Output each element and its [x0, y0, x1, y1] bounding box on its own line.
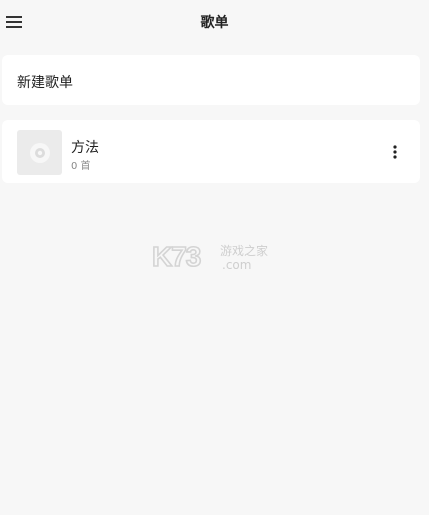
- playlist-cover: [17, 130, 62, 175]
- app-header: 歌单: [0, 0, 429, 44]
- disc-icon: [29, 142, 50, 163]
- more-vertical-icon[interactable]: [387, 142, 403, 162]
- playlist-name: 方法: [71, 140, 99, 156]
- watermark-brand: K73: [152, 241, 201, 272]
- page-title: 歌单: [200, 15, 229, 31]
- new-playlist-label: 新建歌单: [17, 75, 73, 91]
- watermark-text-bottom: .com: [222, 258, 251, 272]
- new-playlist-button[interactable]: 新建歌单: [2, 55, 420, 105]
- watermark-text-top: 游戏之家: [220, 243, 268, 258]
- playlist-item[interactable]: 方法 0 首: [2, 120, 420, 183]
- k73-watermark: K73 游戏之家 .com: [152, 240, 268, 272]
- playlist-song-count: 0 首: [71, 161, 91, 172]
